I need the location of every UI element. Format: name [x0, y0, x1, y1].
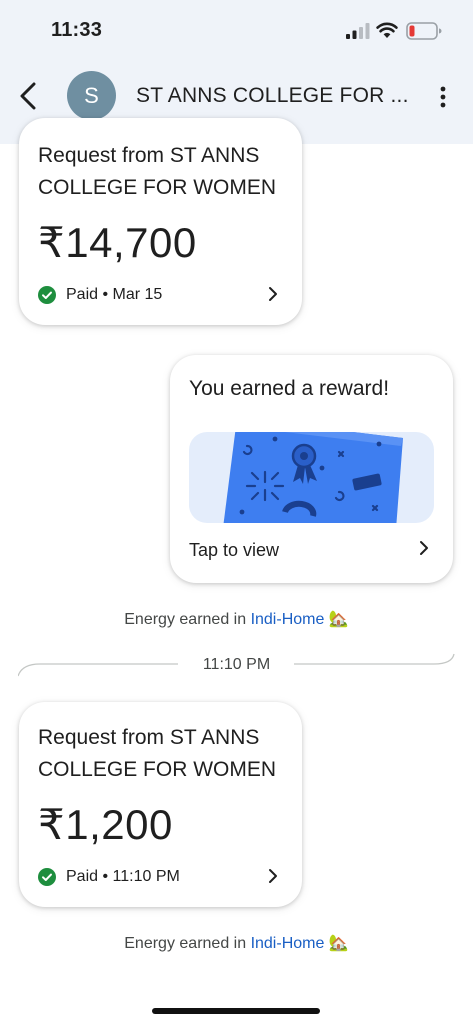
chevron-right-icon: [269, 287, 277, 301]
avatar-letter: S: [84, 82, 99, 108]
house-emoji-icon: 🏡: [328, 935, 349, 952]
reward-card[interactable]: You earned a reward! Tap to view: [170, 355, 453, 583]
house-emoji-icon: 🏡: [328, 611, 349, 628]
payment-request-card[interactable]: Request from ST ANNS COLLEGE FOR WOMEN ₹…: [19, 702, 302, 907]
reward-title: You earned a reward!: [189, 377, 390, 400]
time-divider-label: 11:10 PM: [202, 656, 271, 673]
request-title: Request from ST ANNS COLLEGE FOR WOMEN: [38, 726, 277, 781]
cellular-signal-icon: [346, 23, 370, 39]
arrow-back-icon: [20, 82, 36, 110]
energy-earned-note: Energy earned in Indi-Home 🏡: [0, 609, 473, 629]
payment-status-text: Paid • 11:10 PM: [66, 868, 180, 885]
contact-name-title[interactable]: ST ANNS COLLEGE FOR ...: [136, 84, 411, 108]
request-amount: ₹1,200: [38, 801, 173, 848]
payment-status-row: Paid • 11:10 PM: [38, 868, 180, 886]
payment-request-card[interactable]: Request from ST ANNS COLLEGE FOR WOMEN ₹…: [19, 118, 302, 325]
chevron-right-icon: [269, 869, 277, 883]
indi-home-link[interactable]: Indi-Home: [251, 935, 325, 952]
payment-status-row: Paid • Mar 15: [38, 286, 162, 304]
request-title: Request from ST ANNS COLLEGE FOR WOMEN: [38, 144, 277, 199]
contact-avatar[interactable]: S: [67, 71, 116, 120]
energy-prefix: Energy earned in: [124, 611, 251, 628]
check-circle-icon: [38, 868, 56, 886]
request-amount: ₹14,700: [38, 219, 197, 266]
wifi-icon: [376, 22, 398, 38]
reward-illustration: [189, 432, 434, 523]
tap-to-view-label: Tap to view: [189, 540, 280, 560]
payment-status-text: Paid • Mar 15: [66, 286, 163, 303]
indi-home-link[interactable]: Indi-Home: [251, 611, 325, 628]
energy-prefix: Energy earned in: [124, 935, 251, 952]
home-indicator[interactable]: [152, 1008, 320, 1014]
back-button[interactable]: [12, 78, 44, 114]
check-circle-icon: [38, 286, 56, 304]
chevron-right-icon: [420, 541, 428, 555]
more-options-button[interactable]: [430, 82, 456, 112]
scratch-card-icon: [223, 432, 403, 523]
battery-low-icon: [406, 22, 442, 40]
status-time: 11:33: [51, 19, 103, 41]
more-vert-icon: [440, 86, 446, 108]
energy-earned-note: Energy earned in Indi-Home 🏡: [0, 933, 473, 953]
